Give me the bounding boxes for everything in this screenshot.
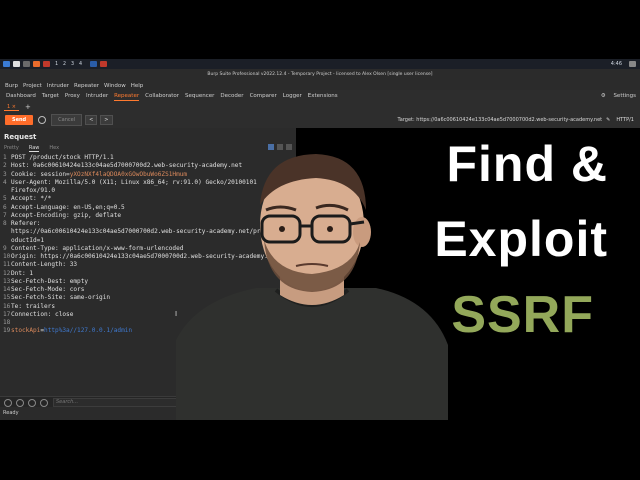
tab-dashboard[interactable]: Dashboard <box>6 92 36 100</box>
menu-burp[interactable]: Burp <box>5 83 18 89</box>
line-text: Cookie: session=yXOzNXf4laQDOA0xGOwObuWo… <box>11 170 188 178</box>
tab-collaborator[interactable]: Collaborator <box>145 92 179 100</box>
settings-button[interactable]: ⚙ Settings <box>601 92 636 100</box>
workspace-2[interactable]: 2 <box>63 61 66 67</box>
line-text: Firefox/91.0 <box>11 187 56 194</box>
tab-decoder[interactable]: Decoder <box>220 92 243 100</box>
line-number: 2 <box>3 162 7 170</box>
workspace-1[interactable]: 1 <box>55 61 58 67</box>
line-text: Sec-Fetch-Mode: cors <box>11 286 85 293</box>
line-number: 1 <box>3 154 7 161</box>
presenter-photo <box>176 154 448 420</box>
line-number: 4 <box>3 178 7 186</box>
help-icon[interactable] <box>4 398 12 407</box>
line-number: 11 <box>3 261 11 269</box>
line-text: Accept: */* <box>11 195 52 203</box>
tab-target[interactable]: Target <box>42 92 59 100</box>
menu-bar: Burp Project Intruder Repeater Window He… <box>0 81 640 90</box>
line-number: 8 <box>3 220 7 227</box>
thumbnail-title-line2: Exploit <box>434 211 608 267</box>
line-number: 13 <box>3 277 11 285</box>
line-text: oductId=1 <box>11 236 45 244</box>
thumbnail-title-line1: Find & <box>446 136 608 192</box>
send-options-icon[interactable] <box>38 116 47 124</box>
os-taskbar: 1 2 3 4 4:46 <box>0 59 640 69</box>
request-view-tabs: Pretty Raw Hex <box>4 145 59 152</box>
burp-icon[interactable] <box>43 61 50 67</box>
tab-extensions[interactable]: Extensions <box>308 92 338 100</box>
line-text: Content-Length: 33 <box>11 261 78 269</box>
cancel-button[interactable]: Cancel <box>51 114 83 126</box>
letterbox-top <box>0 0 640 59</box>
tab-comparer[interactable]: Comparer <box>250 92 277 100</box>
target-label: Target: https://0a6c00610424e133c04ae5d7… <box>397 117 603 123</box>
tab-repeater[interactable]: Repeater <box>114 92 140 101</box>
thumbnail-title-line3: SSRF <box>451 286 594 344</box>
tab-logger[interactable]: Logger <box>283 92 302 100</box>
tab-raw[interactable]: Raw <box>28 145 40 152</box>
http-version[interactable]: HTTP/1 <box>616 117 634 123</box>
line-number: 15 <box>3 294 11 302</box>
app-menu-icon[interactable] <box>3 61 10 67</box>
back-button[interactable]: < <box>85 115 98 125</box>
tab-hex[interactable]: Hex <box>49 145 59 152</box>
line-text: Dnt: 1 <box>11 269 34 277</box>
repeater-toolbar: Send Cancel < > Target: https://0a6c0061… <box>0 112 640 129</box>
files-icon[interactable] <box>13 61 20 67</box>
line-number: 16 <box>3 302 11 310</box>
prev-match-icon[interactable] <box>28 398 36 407</box>
add-tab-button[interactable]: + <box>25 103 31 111</box>
line-number: 18 <box>3 319 11 326</box>
letterbox-bottom <box>0 420 640 480</box>
tab-proxy[interactable]: Proxy <box>65 92 80 100</box>
active-window-icon[interactable] <box>90 61 98 67</box>
firefox-icon[interactable] <box>33 61 40 67</box>
line-number: 10 <box>3 253 11 260</box>
line-text: Sec-Fetch-Dest: empty <box>11 277 89 285</box>
settings-label: Settings <box>613 93 636 99</box>
line-number: 12 <box>3 269 11 277</box>
line-text: POST /product/stock HTTP/1.1 <box>11 154 114 161</box>
line-text: Accept-Encoding: gzip, deflate <box>11 211 122 219</box>
line-number: 3 <box>3 170 7 178</box>
edit-target-icon[interactable]: ✎ <box>606 117 610 123</box>
line-text: Connection: close <box>11 310 74 318</box>
menu-window[interactable]: Window <box>104 83 126 89</box>
menu-repeater[interactable]: Repeater <box>74 83 99 89</box>
repeater-tab-1[interactable]: 1 × <box>4 104 19 111</box>
tab-intruder[interactable]: Intruder <box>86 92 108 100</box>
clock: 4:46 <box>610 61 622 67</box>
line-text: Sec-Fetch-Site: same-origin <box>11 294 111 302</box>
line-number: 5 <box>3 195 7 203</box>
forward-button[interactable]: > <box>100 115 113 125</box>
menu-help[interactable]: Help <box>131 83 144 89</box>
line-text: Accept-Language: en-US,en;q=0.5 <box>11 203 125 211</box>
repeater-tab-label: 1 <box>7 103 11 110</box>
send-button[interactable]: Send <box>5 115 34 125</box>
line-number: 9 <box>3 244 7 252</box>
line-number: 17 <box>3 310 11 318</box>
tab-sequencer[interactable]: Sequencer <box>185 92 214 100</box>
request-title: Request <box>4 133 37 141</box>
line-text: Referer: <box>11 220 41 227</box>
next-match-icon[interactable] <box>40 398 48 407</box>
power-icon[interactable] <box>629 61 636 67</box>
settings-icon[interactable] <box>16 398 24 407</box>
workspace-3[interactable]: 3 <box>71 61 74 67</box>
line-number: 7 <box>3 211 7 219</box>
line-number: 14 <box>3 286 11 293</box>
workspace-4[interactable]: 4 <box>79 61 82 67</box>
menu-intruder[interactable]: Intruder <box>47 83 69 89</box>
burp-window-icon[interactable] <box>100 61 108 67</box>
line-text: Content-Type: application/x-www-form-url… <box>11 244 184 252</box>
line-number: 19 <box>3 327 11 335</box>
terminal-icon[interactable] <box>23 61 30 67</box>
line-number: 6 <box>3 203 7 211</box>
line-text: Te: trailers <box>11 302 56 310</box>
menu-project[interactable]: Project <box>23 83 42 89</box>
line-text: stockApi=http%3a//127.0.0.1/admin <box>11 327 133 335</box>
window-title: Burp Suite Professional v2022.12.4 - Tem… <box>0 69 640 81</box>
repeater-subtabs: 1 × + <box>0 102 640 112</box>
tab-pretty[interactable]: Pretty <box>4 145 19 152</box>
